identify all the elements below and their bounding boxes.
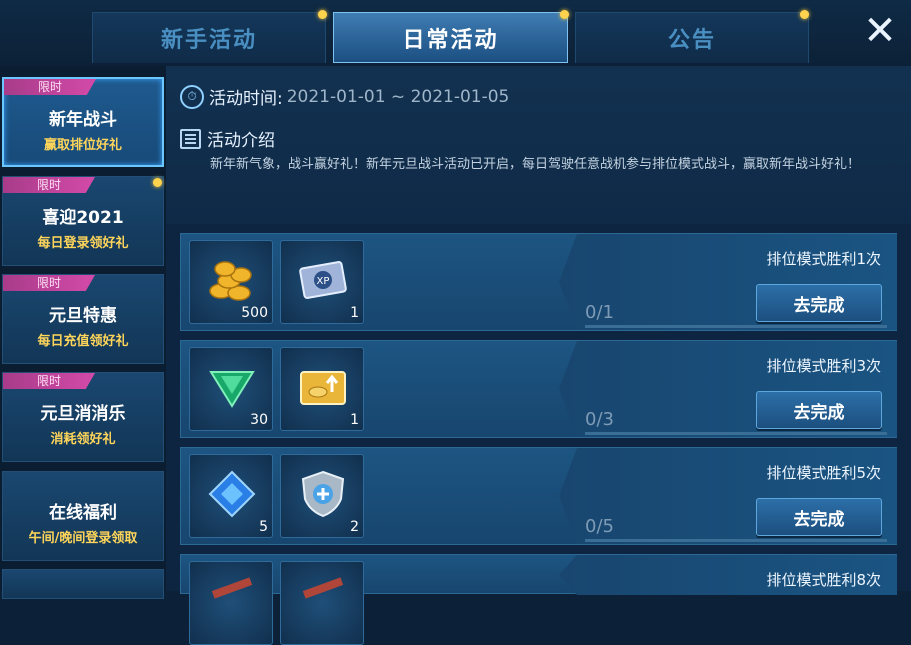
reward-count: 5 xyxy=(259,519,268,535)
limited-badge: 限时 xyxy=(3,373,95,389)
task-name: 排位模式胜利1次 xyxy=(766,250,881,268)
notification-dot xyxy=(800,10,809,19)
sidebar-item-online-bonus[interactable]: 在线福利 午间/晚间登录领取 xyxy=(2,471,164,561)
progress-bar xyxy=(585,539,887,542)
item-icon xyxy=(211,577,253,599)
tab-label: 公告 xyxy=(667,28,716,53)
gold-coins-icon xyxy=(209,261,252,301)
go-complete-button[interactable]: 去完成 xyxy=(756,284,882,322)
reward-count: 500 xyxy=(241,305,268,321)
close-icon[interactable]: ✕ xyxy=(862,11,898,51)
task-progress: 0/5 xyxy=(585,516,614,537)
sidebar-item-title: 喜迎2021 xyxy=(42,208,124,228)
activity-time-value: 2021-01-01 ~ 2021-01-05 xyxy=(286,86,510,107)
activity-info-box: ⏱ 活动时间: 2021-01-01 ~ 2021-01-05 活动介绍 新年新… xyxy=(166,66,911,224)
reward-count: 1 xyxy=(350,305,359,321)
reward-slot[interactable]: 2 xyxy=(280,454,364,538)
task-progress: 0/1 xyxy=(585,302,614,323)
green-crystal-icon xyxy=(209,371,255,408)
reward-count: 1 xyxy=(350,412,359,428)
progress-bar xyxy=(585,325,887,328)
sidebar-item-title: 在线福利 xyxy=(49,503,117,523)
activity-time-label: 活动时间: xyxy=(209,89,283,109)
reward-slot[interactable]: 30 xyxy=(189,347,273,431)
svg-text:XP: XP xyxy=(317,276,330,287)
sidebar-item-match-game[interactable]: 限时 元旦消消乐 消耗领好礼 xyxy=(2,372,164,462)
sidebar-item-new-year-sale[interactable]: 限时 元旦特惠 每日充值领好礼 xyxy=(2,274,164,364)
sidebar-item-welcome-2021[interactable]: 限时 喜迎2021 每日登录领好礼 xyxy=(2,176,164,266)
sidebar-item-subtitle: 每日登录领好礼 xyxy=(37,236,129,251)
shield-icon xyxy=(301,470,345,518)
notification-dot xyxy=(560,10,569,19)
blue-diamond-icon xyxy=(208,470,256,518)
tab-announcement[interactable]: 公告 xyxy=(575,12,809,63)
go-complete-button[interactable]: 去完成 xyxy=(756,498,882,536)
sidebar-item-title: 新年战斗 xyxy=(49,110,117,130)
sidebar-item-partial[interactable] xyxy=(2,569,164,599)
reward-slot[interactable]: 5 xyxy=(189,454,273,538)
limited-badge: 限时 xyxy=(3,275,95,291)
progress-bar xyxy=(585,432,887,435)
task-row: 排位模式胜利8次 xyxy=(180,554,897,645)
task-progress: 0/3 xyxy=(585,409,614,430)
reward-count: 2 xyxy=(350,519,359,535)
sidebar-item-subtitle: 赢取排位好礼 xyxy=(43,138,122,153)
activity-intro-label: 活动介绍 xyxy=(207,131,275,151)
reward-slot[interactable] xyxy=(280,561,364,645)
activity-intro-row: 活动介绍 xyxy=(180,126,275,151)
coin-folder-icon xyxy=(300,371,346,405)
task-row: 500 XP 1 排位模式胜利1次 0/1 去完成 xyxy=(180,233,897,331)
tab-daily[interactable]: 日常活动 xyxy=(333,12,568,63)
reward-slot[interactable]: 1 xyxy=(280,347,364,431)
top-tab-bar: 新手活动 日常活动 公告 ✕ xyxy=(0,0,911,66)
sidebar-item-title: 元旦消消乐 xyxy=(40,404,126,424)
reward-slot[interactable]: XP 1 xyxy=(280,240,364,324)
tab-label: 新手活动 xyxy=(160,28,257,53)
sidebar-item-subtitle: 午间/晚间登录领取 xyxy=(28,531,138,546)
notification-dot xyxy=(153,178,162,187)
task-row: 5 2 排位模式胜利5次 0/5 去完成 xyxy=(180,447,897,545)
xp-card-icon: XP xyxy=(299,261,347,299)
tab-newbie[interactable]: 新手活动 xyxy=(92,12,326,63)
limited-badge: 限时 xyxy=(4,79,96,95)
item-icon xyxy=(302,577,344,599)
sidebar-item-title: 元旦特惠 xyxy=(49,306,117,326)
limited-badge: 限时 xyxy=(3,177,95,193)
task-name: 排位模式胜利8次 xyxy=(766,571,881,589)
reward-slot[interactable] xyxy=(189,561,273,645)
reward-count: 30 xyxy=(250,412,268,428)
activity-sidebar: 限时 新年战斗 赢取排位好礼 限时 喜迎2021 每日登录领好礼 限时 元旦特惠… xyxy=(0,66,170,599)
task-row: 30 1 排位模式胜利3次 0/3 去完成 xyxy=(180,340,897,438)
go-complete-button[interactable]: 去完成 xyxy=(756,391,882,429)
list-icon xyxy=(180,128,201,149)
activity-intro-text: 新年新气象，战斗赢好礼！新年元旦战斗活动已开启，每日驾驶任意战机参与排位模式战斗… xyxy=(210,157,861,172)
notification-dot xyxy=(318,10,327,19)
sidebar-item-new-year-battle[interactable]: 限时 新年战斗 赢取排位好礼 xyxy=(2,77,164,167)
sidebar-item-subtitle: 每日充值领好礼 xyxy=(37,334,129,349)
stopwatch-icon: ⏱ xyxy=(180,84,204,109)
activity-time-row: ⏱ 活动时间: 2021-01-01 ~ 2021-01-05 xyxy=(180,84,509,109)
reward-slot[interactable]: 500 xyxy=(189,240,273,324)
task-name: 排位模式胜利3次 xyxy=(766,357,881,375)
task-name: 排位模式胜利5次 xyxy=(766,464,881,482)
sidebar-item-subtitle: 消耗领好礼 xyxy=(50,432,116,447)
tab-label: 日常活动 xyxy=(402,27,499,53)
